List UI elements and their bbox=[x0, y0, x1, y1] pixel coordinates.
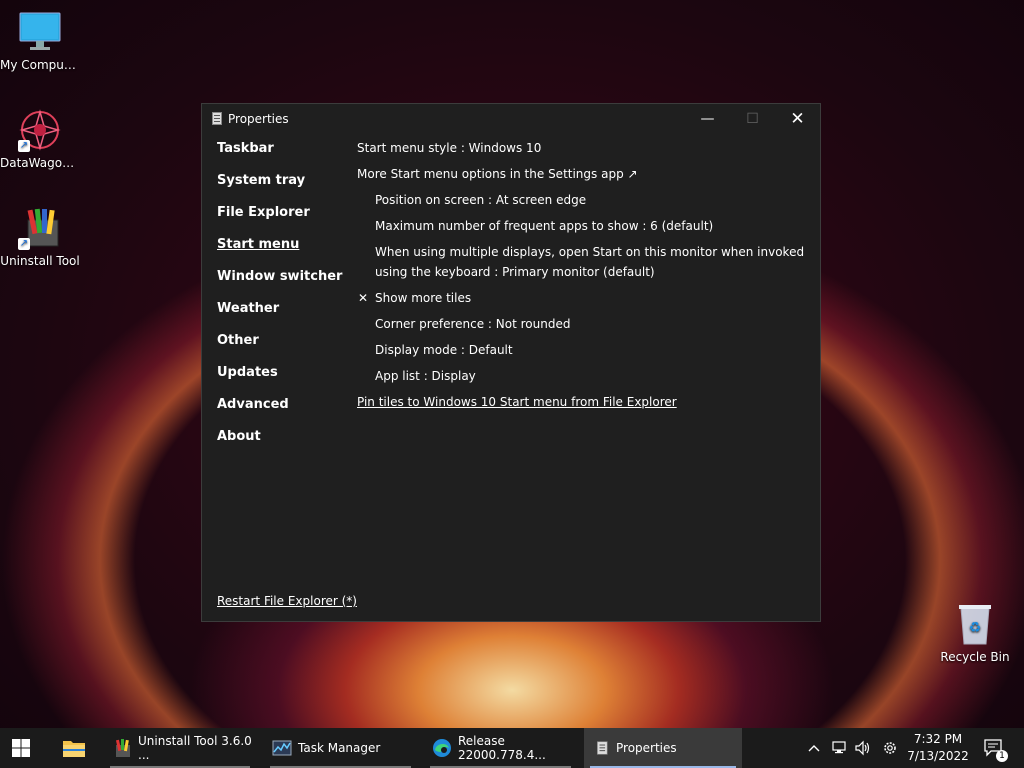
nav-other[interactable]: Other bbox=[217, 330, 347, 362]
chevron-up-icon bbox=[808, 745, 820, 752]
checkmark-icon: ✕ bbox=[358, 291, 369, 305]
edge-browser-icon bbox=[433, 739, 451, 757]
desktop-icon-label: My Computer bbox=[0, 58, 80, 72]
nav-system-tray[interactable]: System tray bbox=[217, 170, 347, 202]
volume-icon[interactable] bbox=[852, 728, 874, 768]
nav-updates[interactable]: Updates bbox=[217, 362, 347, 394]
network-icon[interactable] bbox=[828, 728, 850, 768]
desktop-icon-uninstall-tool[interactable]: ↗ Uninstall Tool bbox=[0, 206, 80, 268]
show-more-tiles-toggle[interactable]: ✕ Show more tiles bbox=[357, 288, 807, 308]
start-button[interactable] bbox=[12, 728, 38, 768]
nav-taskbar[interactable]: Taskbar bbox=[217, 138, 347, 170]
desktop-icon-datawagon[interactable]: ↗ DataWagon... bbox=[0, 108, 80, 170]
properties-app-icon bbox=[212, 112, 222, 125]
monitor-icon bbox=[18, 10, 62, 54]
position-setting[interactable]: Position on screen : At screen edge bbox=[357, 190, 807, 210]
desktop-icon-recycle-bin[interactable]: ♻ Recycle Bin bbox=[935, 602, 1015, 664]
taskbar-item-label: Uninstall Tool 3.6.0 ... bbox=[138, 734, 252, 762]
nav-start-menu[interactable]: Start menu bbox=[217, 234, 347, 266]
taskbar: Uninstall Tool 3.6.0 ... Task Manager Re… bbox=[0, 728, 1024, 768]
settings-content: Start menu style : Windows 10 More Start… bbox=[357, 138, 807, 418]
clock-time: 7:32 PM bbox=[913, 732, 963, 746]
notification-center-button[interactable]: 1 bbox=[982, 728, 1008, 768]
notification-count-badge: 1 bbox=[996, 750, 1008, 762]
nav-about[interactable]: About bbox=[217, 426, 347, 458]
settings-gear-icon[interactable] bbox=[878, 728, 902, 768]
max-frequent-apps-setting[interactable]: Maximum number of frequent apps to show … bbox=[357, 216, 807, 236]
uninstall-tool-icon bbox=[115, 739, 130, 757]
taskbar-item-edge-release[interactable]: Release 22000.778.4... bbox=[424, 728, 577, 768]
taskbar-item-task-manager[interactable]: Task Manager bbox=[264, 728, 417, 768]
nav-advanced[interactable]: Advanced bbox=[217, 394, 347, 426]
nav-file-explorer[interactable]: File Explorer bbox=[217, 202, 347, 234]
pin-tiles-link[interactable]: Pin tiles to Windows 10 Start menu from … bbox=[357, 392, 807, 412]
window-title: Properties bbox=[228, 112, 289, 126]
nav-window-switcher[interactable]: Window switcher bbox=[217, 266, 347, 298]
clock[interactable]: 7:32 PM 7/13/2022 bbox=[900, 731, 976, 765]
desktop-icon-label: Uninstall Tool bbox=[0, 254, 80, 268]
maximize-button[interactable]: ☐ bbox=[730, 104, 775, 134]
file-explorer-taskbar-button[interactable] bbox=[62, 728, 88, 768]
settings-nav: Taskbar System tray File Explorer Start … bbox=[217, 138, 347, 458]
recycle-bin-icon: ♻ bbox=[953, 602, 997, 646]
clock-date: 7/13/2022 bbox=[907, 749, 969, 763]
desktop-icon-my-computer[interactable]: My Computer bbox=[0, 10, 80, 72]
datawagon-icon: ↗ bbox=[18, 108, 62, 152]
taskbar-item-uninstall-tool[interactable]: Uninstall Tool 3.6.0 ... bbox=[104, 728, 256, 768]
shortcut-arrow-icon: ↗ bbox=[18, 140, 30, 152]
desktop-icon-label: DataWagon... bbox=[0, 156, 80, 170]
title-bar[interactable]: Properties — ☐ ✕ bbox=[202, 104, 820, 134]
taskbar-item-label: Task Manager bbox=[298, 741, 381, 755]
nav-weather[interactable]: Weather bbox=[217, 298, 347, 330]
app-list-setting[interactable]: App list : Display bbox=[357, 366, 807, 386]
restart-explorer-link[interactable]: Restart File Explorer (*) bbox=[217, 594, 357, 608]
start-menu-style-setting[interactable]: Start menu style : Windows 10 bbox=[357, 138, 807, 158]
windows-logo-icon bbox=[12, 739, 30, 757]
show-hidden-icons-button[interactable] bbox=[804, 728, 824, 768]
close-button[interactable]: ✕ bbox=[775, 104, 820, 134]
taskbar-item-properties[interactable]: Properties bbox=[584, 728, 742, 768]
multi-display-setting[interactable]: When using multiple displays, open Start… bbox=[357, 242, 807, 282]
uninstall-tool-icon: ↗ bbox=[18, 206, 62, 250]
more-start-options-link[interactable]: More Start menu options in the Settings … bbox=[357, 164, 807, 184]
display-mode-setting[interactable]: Display mode : Default bbox=[357, 340, 807, 360]
show-more-tiles-label: Show more tiles bbox=[375, 291, 472, 305]
shortcut-arrow-icon: ↗ bbox=[18, 238, 30, 250]
taskbar-item-label: Release 22000.778.4... bbox=[458, 734, 546, 762]
desktop-icon-label: Recycle Bin bbox=[940, 650, 1010, 664]
properties-app-icon bbox=[597, 741, 608, 755]
corner-preference-setting[interactable]: Corner preference : Not rounded bbox=[357, 314, 807, 334]
minimize-button[interactable]: — bbox=[685, 104, 730, 134]
taskbar-item-label: Properties bbox=[616, 741, 677, 755]
task-manager-icon bbox=[272, 740, 292, 756]
folder-icon bbox=[63, 741, 85, 757]
properties-window: Properties — ☐ ✕ Taskbar System tray Fil… bbox=[201, 103, 821, 622]
svg-text:♻: ♻ bbox=[969, 620, 982, 636]
